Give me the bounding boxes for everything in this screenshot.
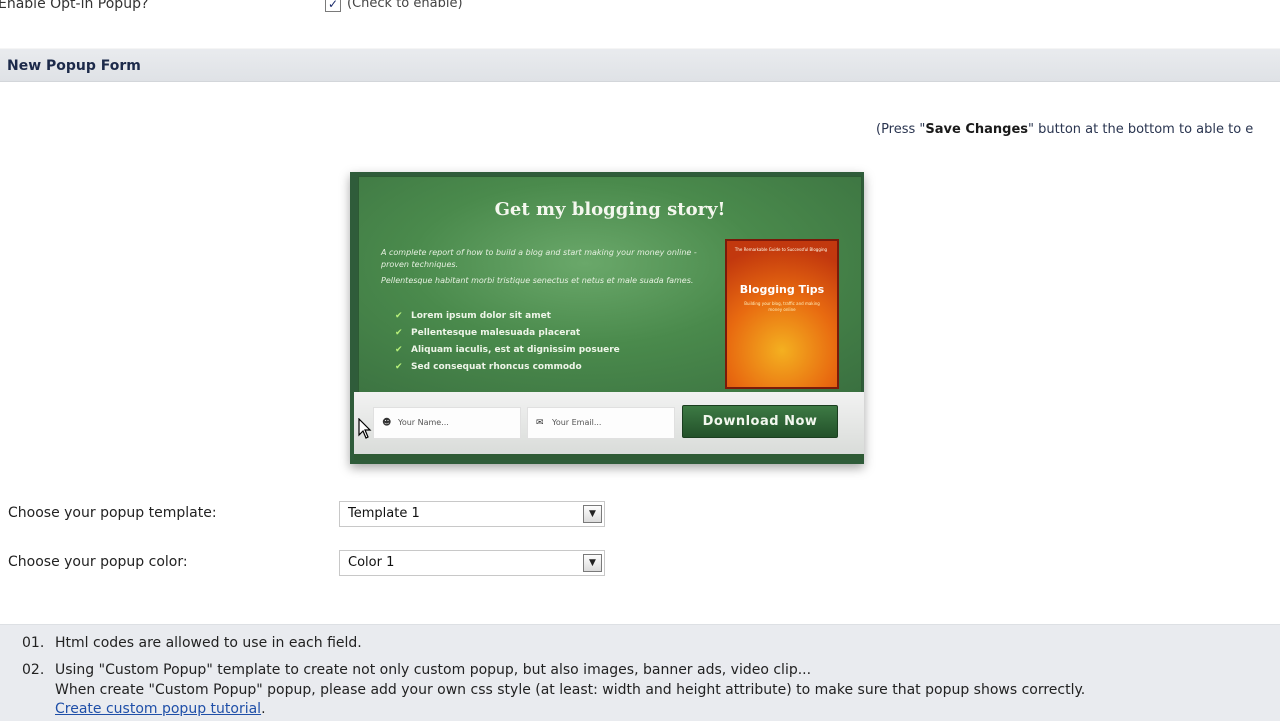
checkmark-icon: ✔ <box>395 311 403 321</box>
section-title: New Popup Form <box>7 58 141 74</box>
template-label: Choose your popup template: <box>8 505 217 521</box>
name-field[interactable]: ☻ Your Name... <box>373 407 521 439</box>
template-select-value: Template 1 <box>348 506 420 521</box>
note-prefix: (Press " <box>876 122 926 137</box>
checkmark-icon: ✔ <box>395 345 403 355</box>
note-2-link-end: . <box>261 701 266 717</box>
checkmark-icon: ✔ <box>395 362 403 372</box>
custom-popup-tutorial-link[interactable]: Create custom popup tutorial <box>55 701 261 717</box>
note-2-text: Using "Custom Popup" template to create … <box>55 662 812 678</box>
popup-bullet: ✔ Pellentesque malesuada placerat <box>395 328 620 345</box>
popup-bullet: ✔ Lorem ipsum dolor sit amet <box>395 311 620 328</box>
email-field-placeholder: Your Email... <box>552 418 602 427</box>
enable-optin-hint: (Check to enable) <box>347 0 463 11</box>
popup-bullet-list: ✔ Lorem ipsum dolor sit amet ✔ Pellentesqu… <box>395 311 620 379</box>
note-2-number: 02. <box>22 662 45 678</box>
note-suffix: " button at the bottom to able to e <box>1028 122 1254 137</box>
color-select-value: Color 1 <box>348 555 395 570</box>
enable-optin-checkbox[interactable]: ✓ <box>325 0 341 12</box>
save-changes-note: (Press "Save Changes" button at the bott… <box>876 122 1253 137</box>
notes-panel: 01. Html codes are allowed to use in eac… <box>0 624 1280 721</box>
popup-description: A complete report of how to build a blog… <box>381 247 701 287</box>
ebook-top-text: The Remarkable Guide to Successful Blogg… <box>734 247 828 252</box>
envelope-icon: ✉ <box>536 418 544 428</box>
color-label: Choose your popup color: <box>8 554 188 570</box>
popup-preview: Get my blogging story! A complete report… <box>358 176 862 394</box>
popup-bullet-text: Aliquam iaculis, est at dignissim posuer… <box>411 345 620 355</box>
popup-bullet: ✔ Aliquam iaculis, est at dignissim posue… <box>395 345 620 362</box>
popup-bullet: ✔ Sed consequat rhoncus commodo <box>395 362 620 379</box>
popup-title: Get my blogging story! <box>494 199 726 220</box>
note-2-link-line: Create custom popup tutorial. <box>55 701 266 717</box>
section-header: New Popup Form <box>0 48 1280 82</box>
popup-bullet-text: Sed consequat rhoncus commodo <box>411 362 582 372</box>
mouse-cursor-icon <box>358 418 372 439</box>
checkmark-icon: ✔ <box>395 328 403 338</box>
popup-desc-line-1: A complete report of how to build a blog… <box>381 248 697 269</box>
enable-optin-row: Enable Opt-in Popup? ✓ (Check to enable) <box>0 0 1280 18</box>
ebook-cover-image: The Remarkable Guide to Successful Blogg… <box>725 239 839 389</box>
note-1-number: 01. <box>22 635 45 651</box>
chevron-down-icon[interactable]: ▼ <box>583 554 602 572</box>
template-select[interactable]: Template 1 ▼ <box>339 501 605 527</box>
note-bold: Save Changes <box>925 122 1029 137</box>
name-field-placeholder: Your Name... <box>398 418 449 427</box>
note-2-line-2: When create "Custom Popup" popup, please… <box>55 682 1086 698</box>
ebook-title: Blogging Tips <box>739 283 825 296</box>
note-1-text: Html codes are allowed to use in each fi… <box>55 635 362 651</box>
color-select[interactable]: Color 1 ▼ <box>339 550 605 576</box>
popup-bullet-text: Lorem ipsum dolor sit amet <box>411 311 551 321</box>
popup-bullet-text: Pellentesque malesuada placerat <box>411 328 581 338</box>
enable-optin-label: Enable Opt-in Popup? <box>0 0 149 12</box>
user-icon: ☻ <box>382 418 392 428</box>
ebook-subtitle: Building your blog, traffic and making m… <box>744 301 820 312</box>
popup-desc-line-2: Pellentesque habitant morbi tristique se… <box>381 276 694 285</box>
email-field[interactable]: ✉ Your Email... <box>527 407 675 439</box>
chevron-down-icon[interactable]: ▼ <box>583 505 602 523</box>
popup-form-bar: ☻ Your Name... ✉ Your Email... Download … <box>354 392 864 460</box>
download-now-button[interactable]: Download Now <box>682 405 838 438</box>
